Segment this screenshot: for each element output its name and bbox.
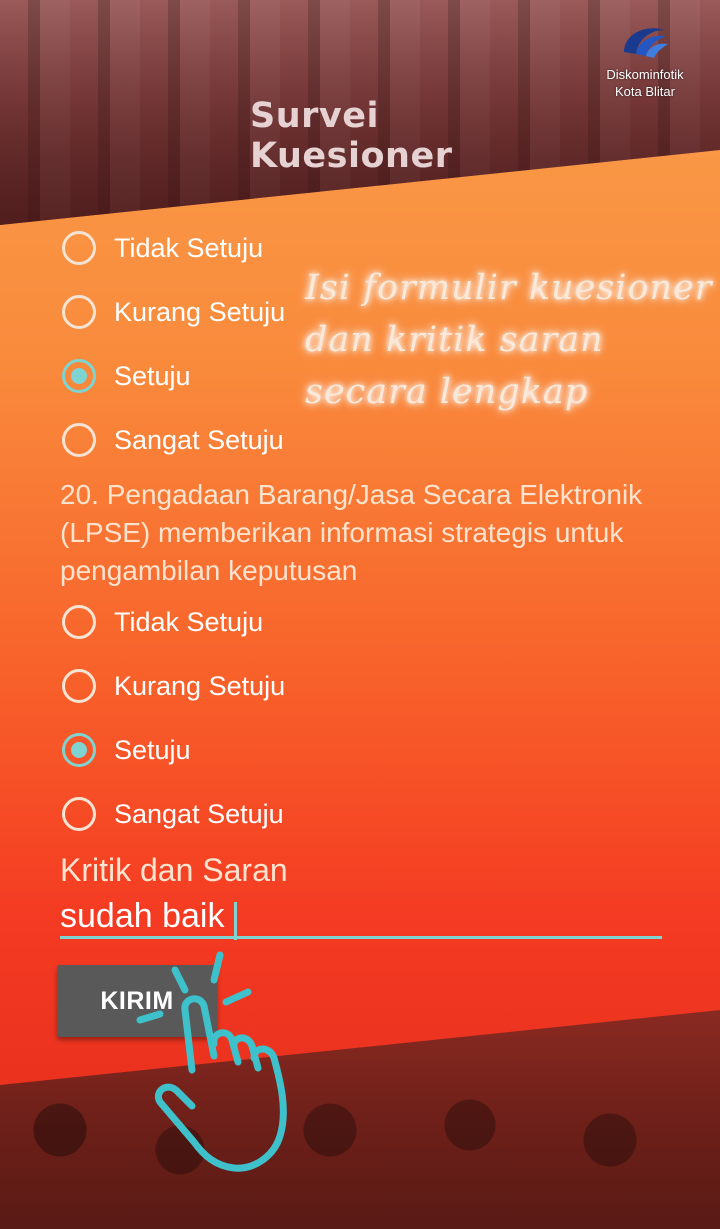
- radio-button-selected[interactable]: [62, 359, 96, 393]
- question-20-text: 20. Pengadaan Barang/Jasa Secara Elektro…: [60, 479, 643, 586]
- radio-button-selected[interactable]: [62, 733, 96, 767]
- radio-button[interactable]: [62, 295, 96, 329]
- radio-button[interactable]: [62, 231, 96, 265]
- instruction-line: Isi formulir kuesioner: [305, 268, 713, 308]
- radio-label: Tidak Setuju: [114, 232, 264, 263]
- feedback-input[interactable]: [60, 897, 662, 939]
- agency-logo: Diskominfotik Kota Blitar: [586, 22, 704, 112]
- instruction-line: dan kritik saran: [305, 320, 604, 360]
- radio-label: Sangat Setuju: [114, 798, 284, 829]
- logo-text-line1: Diskominfotik: [606, 67, 684, 82]
- instruction-line: secara lengkap: [305, 372, 589, 412]
- radio-label: Tidak Setuju: [114, 606, 264, 637]
- q20-option-tidak-setuju[interactable]: Tidak Setuju: [62, 602, 263, 642]
- radio-button[interactable]: [62, 423, 96, 457]
- page-title: Survei Kuesioner: [250, 96, 453, 176]
- q19-option-kurang-setuju[interactable]: Kurang Setuju: [62, 292, 285, 332]
- instruction-overlay: Isi formulir kuesioner dan kritik saran …: [305, 262, 715, 418]
- text-cursor: [234, 902, 237, 940]
- logo-text-line2: Kota Blitar: [615, 84, 675, 99]
- q19-option-tidak-setuju[interactable]: Tidak Setuju: [62, 228, 263, 268]
- q19-option-sangat-setuju[interactable]: Sangat Setuju: [62, 420, 284, 460]
- radio-label: Sangat Setuju: [114, 424, 284, 455]
- feedback-field-label: Kritik dan Saran: [60, 852, 288, 888]
- footer-background-photo: [0, 1010, 720, 1229]
- q20-option-sangat-setuju[interactable]: Sangat Setuju: [62, 794, 284, 834]
- radio-label: Setuju: [114, 360, 191, 391]
- radio-button[interactable]: [62, 669, 96, 703]
- q19-option-setuju[interactable]: Setuju: [62, 356, 191, 396]
- radio-label: Kurang Setuju: [114, 670, 286, 701]
- radio-label: Setuju: [114, 734, 191, 765]
- q20-option-kurang-setuju[interactable]: Kurang Setuju: [62, 666, 285, 706]
- q20-option-setuju[interactable]: Setuju: [62, 730, 191, 770]
- radio-button[interactable]: [62, 797, 96, 831]
- tap-hand-icon: [136, 951, 287, 1172]
- logo-icon: [624, 28, 668, 58]
- radio-label: Kurang Setuju: [114, 296, 286, 327]
- radio-button[interactable]: [62, 605, 96, 639]
